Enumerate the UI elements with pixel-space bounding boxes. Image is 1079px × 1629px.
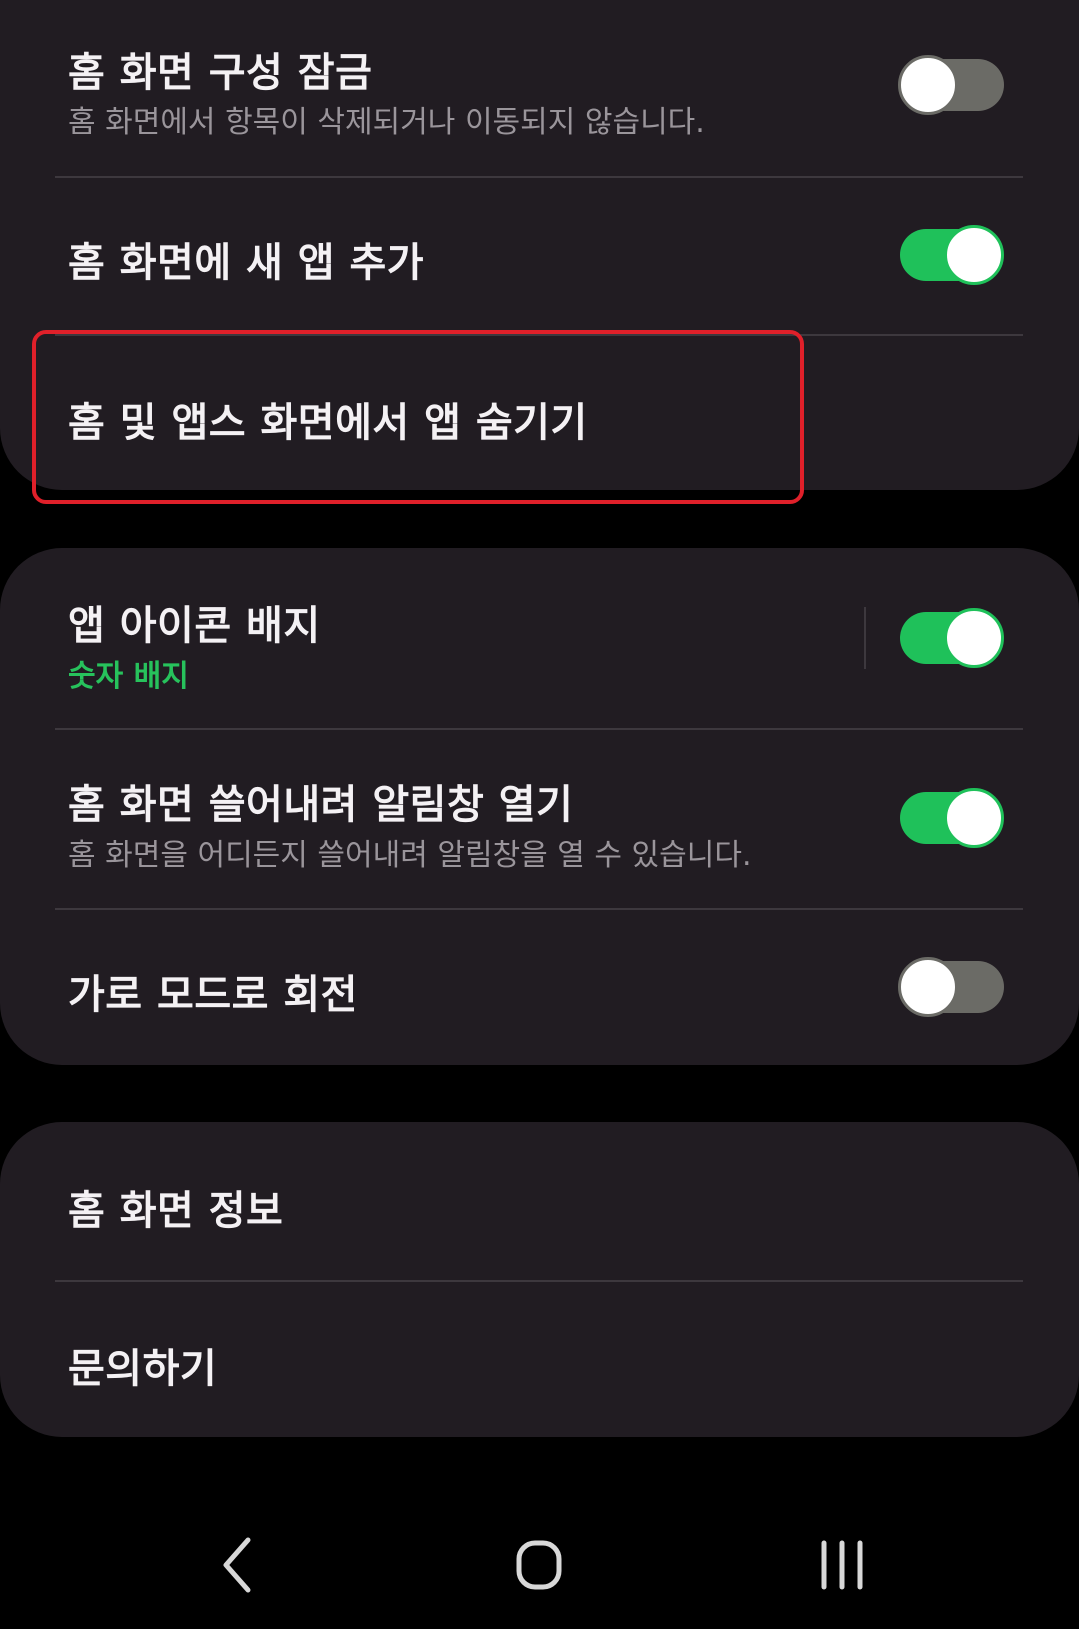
- add-new-apps-toggle[interactable]: [900, 225, 1004, 285]
- divider: [55, 1280, 1023, 1282]
- about-home-title: 홈 화면 정보: [68, 1188, 284, 1234]
- hide-apps-title: 홈 및 앱스 화면에서 앱 숨기기: [68, 400, 588, 446]
- lock-layout-subtitle: 홈 화면에서 항목이 삭제되거나 이동되지 않습니다.: [68, 105, 705, 140]
- swipe-down-title: 홈 화면 쓸어내려 알림창 열기: [68, 782, 574, 828]
- home-rounded-square-icon: [516, 1540, 562, 1589]
- rotate-landscape-toggle[interactable]: [898, 957, 1004, 1017]
- app-icon-badges-toggle[interactable]: [900, 608, 1004, 668]
- home-button[interactable]: [479, 1500, 599, 1629]
- back-button[interactable]: [178, 1500, 298, 1629]
- rotate-landscape-title: 가로 모드로 회전: [68, 972, 358, 1018]
- swipe-down-subtitle: 홈 화면을 어디든지 쓸어내려 알림창을 열 수 있습니다.: [68, 838, 752, 873]
- navigation-bar: [0, 1500, 1079, 1629]
- divider: [55, 908, 1023, 910]
- lock-layout-toggle[interactable]: [898, 55, 1004, 115]
- back-chevron-icon: [223, 1537, 251, 1592]
- swipe-down-toggle[interactable]: [900, 788, 1004, 848]
- lock-layout-title: 홈 화면 구성 잠금: [68, 50, 373, 96]
- app-icon-badges-title: 앱 아이콘 배지: [68, 603, 321, 649]
- home-screen-settings: 홈 화면 구성 잠금 홈 화면에서 항목이 삭제되거나 이동되지 않습니다. 홈…: [0, 0, 1079, 1629]
- divider: [55, 176, 1023, 178]
- recent-apps-icon: [821, 1540, 863, 1589]
- divider: [55, 334, 1023, 336]
- add-new-apps-title: 홈 화면에 새 앱 추가: [68, 240, 425, 286]
- app-icon-badges-subtitle: 숫자 배지: [68, 659, 189, 694]
- recent-apps-button[interactable]: [782, 1500, 902, 1629]
- divider: [55, 728, 1023, 730]
- vertical-divider: [864, 607, 866, 669]
- contact-us-title: 문의하기: [68, 1346, 218, 1392]
